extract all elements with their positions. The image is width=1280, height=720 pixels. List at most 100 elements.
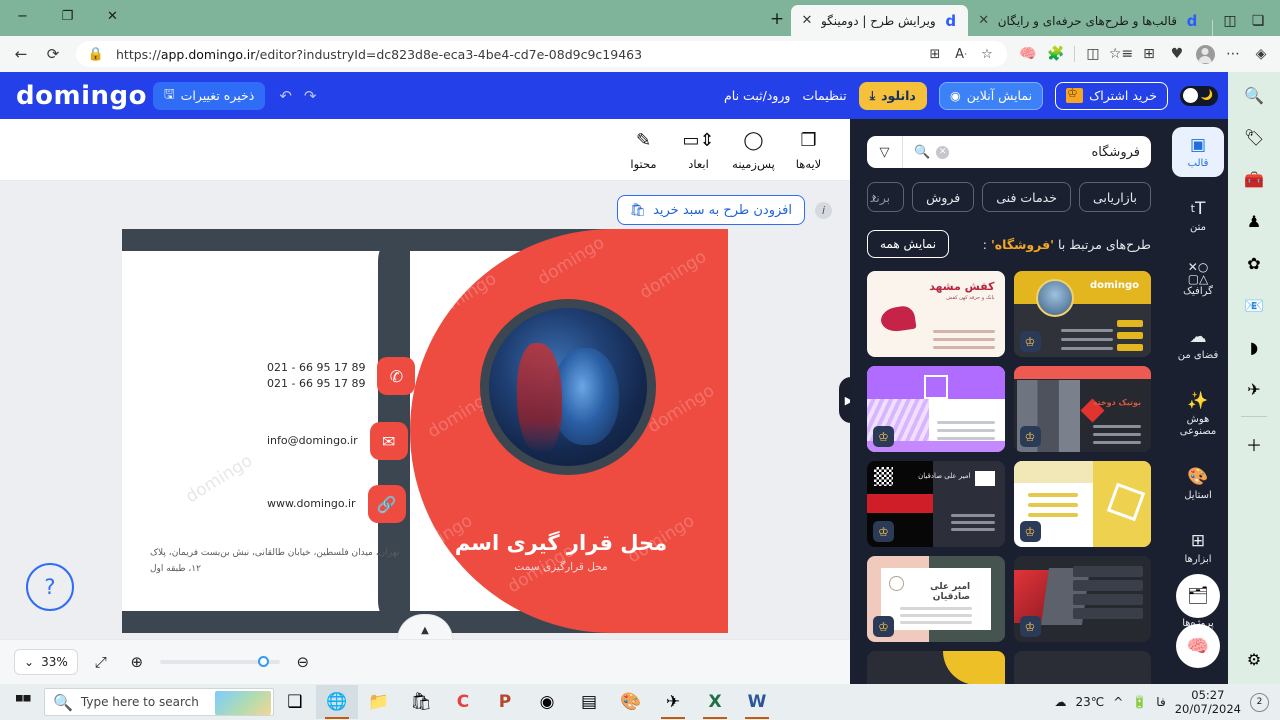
reload-icon[interactable]: ⟳ bbox=[38, 40, 68, 68]
outlook-icon[interactable]: 📧 bbox=[1239, 290, 1269, 320]
contact-website[interactable]: www.domingo.ir 🔗 bbox=[267, 485, 406, 523]
notification-badge[interactable]: 2 bbox=[1250, 692, 1269, 712]
contact-phone[interactable]: 021 - 66 95 17 89 021 - 66 95 17 89 ✆ bbox=[267, 357, 416, 395]
add-plus-icon[interactable]: ＋ bbox=[1239, 429, 1269, 459]
address-bar[interactable]: 🔒 https://app.domingo.ir/editor?industry… bbox=[76, 41, 1007, 67]
powerpoint-icon[interactable]: P bbox=[484, 685, 526, 719]
rail-item-style[interactable]: 🎨 استایل bbox=[1172, 459, 1224, 509]
tab-close-icon[interactable]: ✕ bbox=[977, 13, 991, 28]
toolbar-item-content[interactable]: ✎ محتوا bbox=[616, 129, 671, 171]
template-thumb-6[interactable]: ♔ bbox=[1013, 556, 1151, 642]
weather-temp[interactable]: 23℃ bbox=[1076, 695, 1105, 709]
download-button[interactable]: دانلود ⤓ bbox=[858, 81, 927, 110]
add-tab-group-icon[interactable]: ⊞ bbox=[1136, 41, 1162, 67]
file-explorer-icon[interactable]: 📁 bbox=[358, 685, 400, 719]
tools-briefcase-icon[interactable]: 🧰 bbox=[1239, 164, 1269, 194]
chip-technical-services[interactable]: خدمات فنی bbox=[982, 182, 1071, 212]
theme-toggle[interactable]: 🌙 bbox=[1180, 85, 1218, 106]
language-indicator[interactable]: فا bbox=[1156, 695, 1165, 709]
zoom-level-select[interactable]: ⌄ 33% bbox=[14, 649, 78, 675]
split-pane-icon[interactable]: ◫ bbox=[1080, 41, 1106, 67]
search-icon[interactable]: 🔍 bbox=[914, 145, 930, 160]
excel-icon[interactable]: X bbox=[694, 685, 736, 719]
show-all-button[interactable]: نمایش همه bbox=[867, 230, 950, 258]
add-to-cart-button[interactable]: افزودن طرح به سبد خرید 🛍 bbox=[616, 195, 805, 225]
copilot-icon[interactable]: ◈ bbox=[1248, 41, 1274, 67]
template-thumb-4[interactable]: ♔ bbox=[1013, 461, 1151, 547]
notepad-icon[interactable]: ▤ bbox=[568, 685, 610, 719]
browser-essentials-icon[interactable]: ♥ bbox=[1164, 41, 1190, 67]
card-role-placeholder[interactable]: محل قرارگیری سمت bbox=[416, 561, 706, 573]
help-button[interactable]: ? bbox=[26, 563, 74, 611]
rail-item-ai[interactable]: ✨ هوش مصنوعی bbox=[1172, 383, 1224, 445]
microsoft-edge-icon[interactable]: 🌐 bbox=[316, 685, 358, 719]
profile-avatar[interactable] bbox=[1192, 41, 1218, 67]
back-icon[interactable]: ← bbox=[6, 40, 36, 68]
favorite-star-icon[interactable]: ☆ bbox=[975, 42, 999, 66]
template-thumb-9[interactable] bbox=[867, 651, 1005, 684]
template-thumb-5[interactable]: امیر علی صادقیان ♔ bbox=[867, 461, 1005, 547]
tab-actions-icon[interactable]: ❏ bbox=[1244, 6, 1272, 36]
template-thumb-1[interactable]: کفش مشهد بانک و حرفه کهن کفش bbox=[867, 271, 1005, 357]
toolbar-item-dimensions[interactable]: ⇕▭ ابعاد bbox=[671, 129, 726, 171]
filter-icon[interactable]: ▽ bbox=[867, 136, 903, 168]
paint-icon[interactable]: 🎨 bbox=[610, 685, 652, 719]
word-icon[interactable]: W bbox=[736, 685, 778, 719]
collections-icon[interactable]: ☆≡ bbox=[1108, 41, 1134, 67]
login-register-link[interactable]: ورود/ثبت نام bbox=[724, 88, 790, 103]
search-icon[interactable]: 🔍 bbox=[1239, 80, 1269, 110]
rail-item-graphics[interactable]: ○✕ △▢ گرافیک bbox=[1172, 255, 1224, 305]
settings-link[interactable]: تنظیمات bbox=[802, 88, 846, 103]
read-aloud-icon[interactable]: Aᐧ bbox=[949, 42, 973, 66]
card-name-placeholder[interactable]: محل قرار گیری اسم bbox=[416, 531, 706, 555]
zoom-in-icon[interactable]: ⊕ bbox=[124, 649, 150, 675]
windows-start-icon[interactable] bbox=[5, 685, 41, 719]
zoom-slider[interactable] bbox=[159, 656, 280, 667]
tab-1[interactable]: d ویرایش طرح | دومینگو ✕ bbox=[790, 5, 968, 36]
tray-expand-icon[interactable]: ^ bbox=[1113, 695, 1123, 709]
template-thumb-0[interactable]: domingo ♔ bbox=[1013, 271, 1151, 357]
games-icon[interactable]: ♟ bbox=[1239, 206, 1269, 236]
search-input[interactable]: فروشگاه ✕ 🔍 bbox=[903, 145, 1151, 160]
ai-brain-fab-icon[interactable]: 🧠 bbox=[1176, 624, 1220, 668]
chip-brand[interactable]: برند ‹ bbox=[867, 182, 905, 212]
save-changes-button[interactable]: ذخیره تغییرات 🖫 bbox=[152, 81, 266, 110]
template-thumb-8[interactable] bbox=[1013, 651, 1151, 684]
info-icon[interactable]: i bbox=[815, 201, 832, 219]
microsoft-store-icon[interactable]: 🛍 bbox=[400, 685, 442, 719]
clear-search-icon[interactable]: ✕ bbox=[936, 145, 950, 159]
close-window-button[interactable]: ✕ bbox=[90, 0, 135, 33]
shopping-tag-icon[interactable]: 🏷 bbox=[1239, 122, 1269, 152]
rail-item-tools[interactable]: ⊞ ابزارها bbox=[1172, 523, 1224, 573]
undo-arrow-icon[interactable]: ↶ bbox=[279, 87, 292, 105]
chevron-left-icon[interactable]: ‹ bbox=[872, 190, 877, 204]
template-thumb-2[interactable]: بوتیک دوخته ♔ bbox=[1013, 366, 1151, 452]
template-thumb-7[interactable]: امیر علی صادقیان ♔ bbox=[867, 556, 1005, 642]
clock[interactable]: 05:27 20/07/2024 bbox=[1175, 688, 1241, 717]
settings-more-icon[interactable]: ⋯ bbox=[1220, 41, 1246, 67]
battery-icon[interactable]: 🔋 bbox=[1132, 695, 1147, 709]
template-thumb-3[interactable]: ♔ bbox=[867, 366, 1005, 452]
maximize-button[interactable]: ❐ bbox=[45, 0, 90, 33]
online-preview-button[interactable]: نمایش آنلاین ◉ bbox=[938, 81, 1044, 110]
canvas-area[interactable]: i افزودن طرح به سبد خرید 🛍 domingo domin… bbox=[0, 181, 859, 640]
zoom-slider-knob[interactable] bbox=[257, 656, 269, 667]
microsoft-365-icon[interactable]: ✿ bbox=[1239, 248, 1269, 278]
camtasia-icon[interactable]: C bbox=[442, 685, 484, 719]
telegram-plane-icon[interactable]: ✈ bbox=[1239, 374, 1269, 404]
google-chrome-icon[interactable]: ◉ bbox=[526, 685, 568, 719]
extensions-puzzle-icon[interactable]: 🧩 bbox=[1043, 41, 1069, 67]
toolbar-item-layers[interactable]: ❐ لایه‌ها bbox=[781, 129, 836, 171]
redo-arrow-icon[interactable]: ↷ bbox=[304, 87, 317, 105]
fit-screen-icon[interactable]: ⤢ bbox=[88, 649, 114, 675]
new-tab-button[interactable]: + bbox=[763, 5, 791, 33]
telegram-icon[interactable]: ✈ bbox=[652, 685, 694, 719]
designer-icon[interactable]: ◗ bbox=[1239, 332, 1269, 362]
chip-marketing[interactable]: بازاریابی bbox=[1078, 182, 1151, 212]
projects-fab-icon[interactable]: 🗂 bbox=[1176, 574, 1220, 618]
rail-item-template[interactable]: ▣ قالب bbox=[1172, 127, 1224, 177]
task-view-icon[interactable]: ❑ bbox=[274, 685, 316, 719]
business-card-design[interactable]: domingo domingo domingo domingo domingo … bbox=[122, 229, 728, 633]
copilot-brain-icon[interactable]: 🧠 bbox=[1015, 41, 1041, 67]
settings-gear-icon[interactable]: ⚙ bbox=[1239, 644, 1269, 674]
